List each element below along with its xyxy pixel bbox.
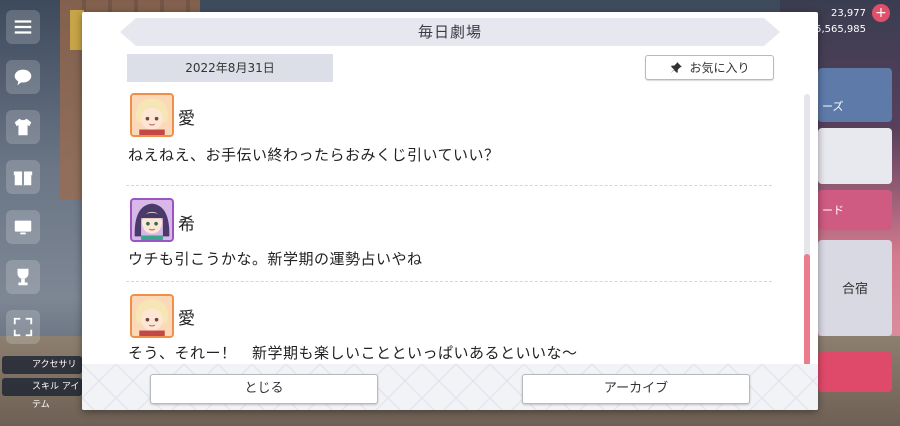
favorite-button[interactable]: お気に入り: [645, 55, 774, 80]
side-menu: アクセサリー スキル アイテム: [0, 0, 82, 426]
right-card-label: ード: [822, 204, 844, 217]
modal-title: 毎日劇場: [417, 23, 482, 41]
right-card-campaign[interactable]: [818, 352, 892, 392]
fullscreen-icon[interactable]: [6, 310, 40, 344]
menu-icon[interactable]: [6, 10, 40, 44]
daily-theater-modal: 毎日劇場 2022年8月31日 お気に入り 愛 ねえねえ、お手伝い終わったらおみ…: [82, 12, 818, 410]
add-currency-button[interactable]: +: [872, 4, 890, 22]
screen-icon[interactable]: [6, 210, 40, 244]
dialog-entry: 希 ウチも引こうかな。新学期の運勢占いやね: [126, 186, 772, 282]
scrollbar-thumb[interactable]: [804, 254, 810, 366]
date-label: 2022年8月31日: [127, 54, 333, 82]
right-card-cards[interactable]: ード: [818, 190, 892, 230]
right-card-members[interactable]: ーズ: [818, 68, 892, 122]
right-card-label: ーズ: [822, 100, 844, 113]
right-card-camp[interactable]: 合宿: [818, 240, 892, 336]
side-label-skill-item[interactable]: スキル アイテム: [2, 378, 82, 410]
side-label-accessory[interactable]: アクセサリー: [2, 356, 82, 388]
right-card-label: 合宿: [842, 282, 869, 297]
dialog-text: ウチも引こうかな。新学期の運勢占いやね: [128, 250, 423, 268]
dialog-text: ねえねえ、お手伝い終わったらおみくじ引いていい？: [128, 146, 500, 164]
close-button[interactable]: とじる: [150, 374, 378, 404]
shirt-icon[interactable]: [6, 110, 40, 144]
right-card-event[interactable]: [818, 128, 892, 184]
gift-icon[interactable]: [6, 160, 40, 194]
counter-top: 23,977: [831, 8, 866, 19]
avatar-ai: [130, 93, 174, 137]
speaker-name: 愛: [178, 309, 195, 329]
pin-icon: [670, 61, 683, 74]
modal-header: 毎日劇場: [120, 18, 780, 46]
speaker-name: 希: [178, 215, 195, 235]
speaker-name: 愛: [178, 109, 195, 129]
dialog-scrollbar[interactable]: [804, 94, 810, 366]
favorite-label: お気に入り: [689, 61, 750, 75]
dialog-text: そう、それー！ 新学期も楽しいことといっぱいあるといいな～: [128, 344, 578, 362]
dialog-entry: 愛 そう、それー！ 新学期も楽しいことといっぱいあるといいな～: [126, 282, 772, 370]
avatar-nozomi: [130, 198, 174, 242]
dialog-entry: 愛 ねえねえ、お手伝い終わったらおみくじ引いていい？: [126, 90, 772, 186]
archive-button[interactable]: アーカイブ: [522, 374, 750, 404]
trophy-icon[interactable]: [6, 260, 40, 294]
avatar-ai: [130, 294, 174, 338]
dialog-list[interactable]: 愛 ねえねえ、お手伝い終わったらおみくじ引いていい？ 希 ウチも引こうかな。新学…: [126, 90, 772, 370]
counter-bottom: 5,565,985: [815, 24, 866, 35]
chat-icon[interactable]: [6, 60, 40, 94]
